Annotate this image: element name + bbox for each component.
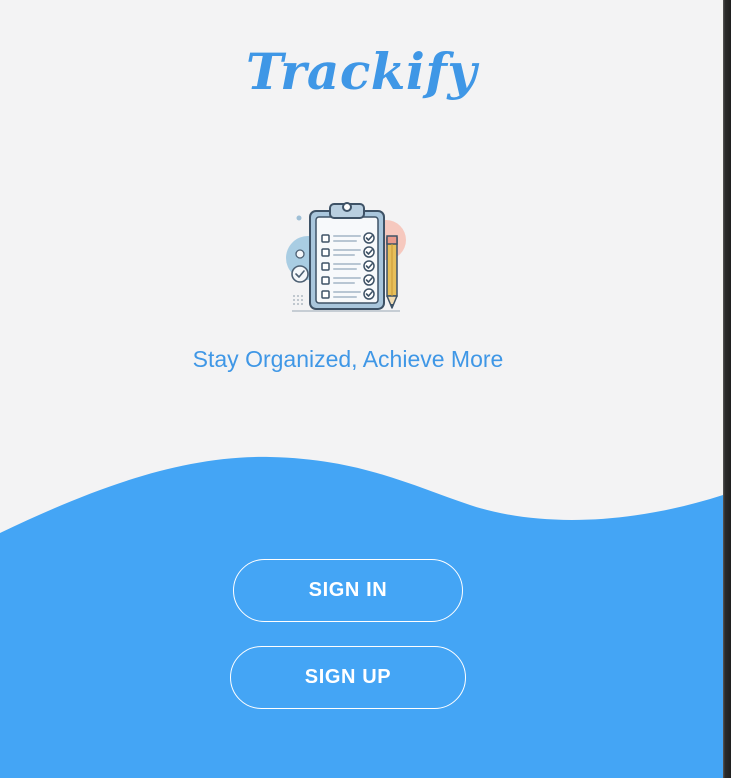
sign-in-button[interactable]: SIGN IN (233, 559, 463, 622)
welcome-screen: Trackify Stay Organized, Achieve More SI… (0, 0, 723, 778)
window-edge (723, 0, 731, 778)
sign-up-button[interactable]: SIGN UP (230, 646, 466, 709)
